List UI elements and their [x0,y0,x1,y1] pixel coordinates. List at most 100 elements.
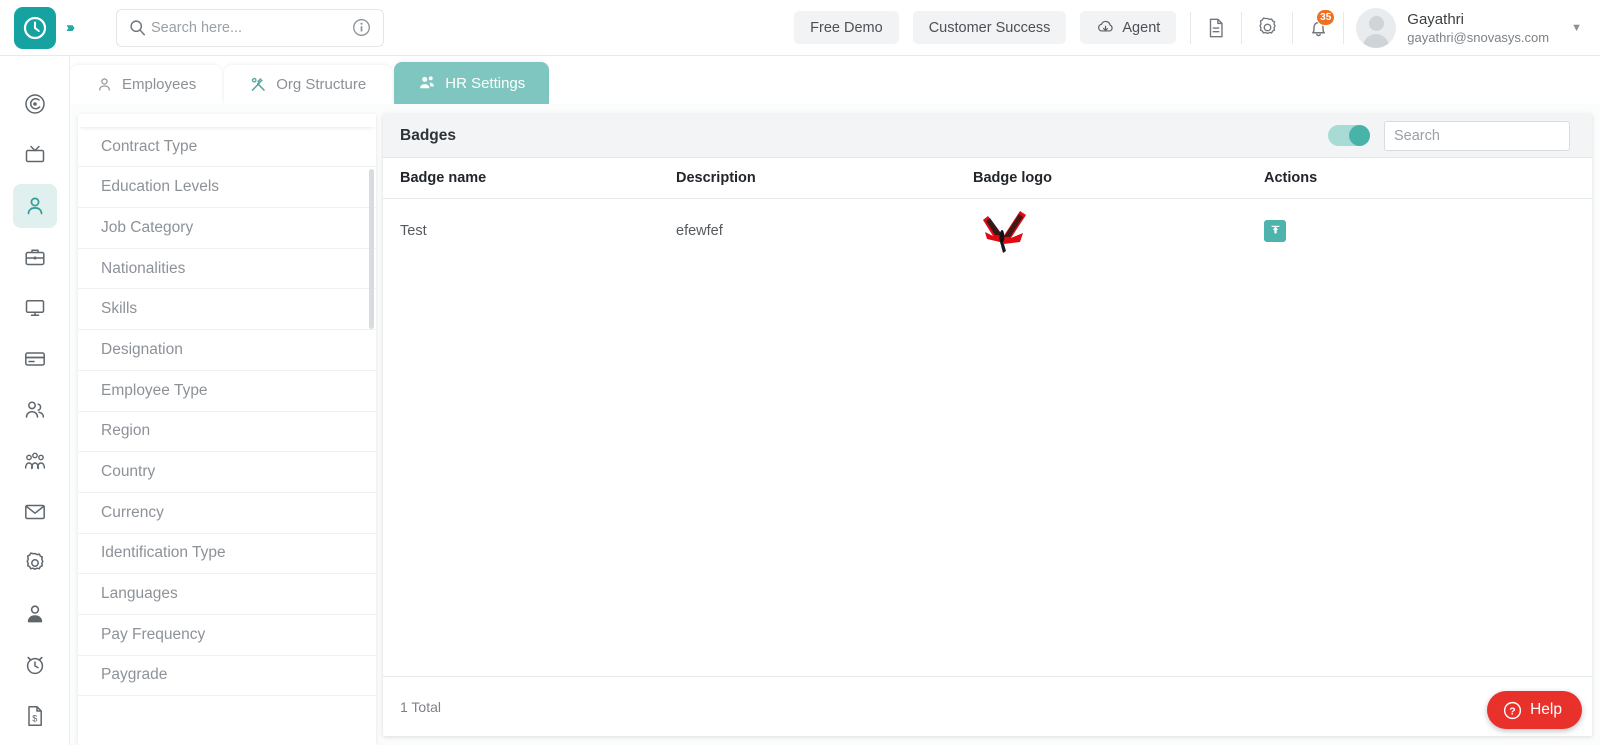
settings-list-item[interactable]: Job Category [78,208,376,249]
tab-employees[interactable]: Employees [70,65,223,104]
tab-hr-settings[interactable]: HR Settings [394,62,550,104]
clock-logo-icon[interactable] [14,6,56,49]
panel-title: Badges [400,126,456,144]
people-gear-icon [420,76,435,89]
cell-badge-name: Test [400,222,427,239]
settings-gear-icon [25,552,44,570]
tab-org-structure-label: Org Structure [276,76,367,93]
notification-count-badge: 35 [1316,8,1336,26]
rail-item-monitor-icon[interactable] [13,286,57,330]
search-input[interactable] [151,19,352,36]
cell-actions [1264,219,1592,242]
tab-employees-label: Employees [122,76,197,93]
settings-list-item[interactable]: Paygrade [78,656,376,697]
svg-text:?: ? [1509,706,1515,717]
badges-panel: Badges Badge name Description Badge logo… [383,114,1592,736]
divider [1343,11,1345,44]
settings-list-scrollbar[interactable] [369,169,374,329]
document-icon[interactable] [1191,0,1241,56]
hr-settings-list: BadgesContract TypeEducation LevelsJob C… [78,114,376,745]
rail-item-tv-icon[interactable] [13,133,57,177]
invoice-icon: $ [27,706,42,726]
settings-list-item[interactable]: Pay Frequency [78,615,376,656]
rail-item-alarm-clock-icon[interactable] [13,643,57,687]
settings-list-item[interactable]: Identification Type [78,534,376,575]
settings-list-item[interactable]: Currency [78,493,376,534]
monitor-icon [25,300,44,317]
red-butterfly-image [973,206,1031,256]
global-search[interactable] [116,8,384,47]
panel-search-input[interactable] [1384,120,1570,151]
target-icon [24,94,45,114]
rail-item-group-people-icon[interactable] [13,439,57,483]
agent-button[interactable]: Agent [1080,11,1177,44]
group-people-icon [24,452,45,470]
user-profile-icon [27,605,42,623]
rail-item-mail-icon[interactable] [13,490,57,534]
settings-list-item[interactable]: Education Levels [78,167,376,209]
help-label: Help [1530,701,1562,718]
rail-item-credit-card-icon[interactable] [13,337,57,381]
alarm-clock-icon [26,656,43,675]
question-circle-icon: ? [1504,701,1522,719]
settings-list-item[interactable]: Languages [78,574,376,615]
settings-list-item[interactable]: Employee Type [78,371,376,412]
two-people-icon [25,401,44,418]
bell-icon[interactable]: 35 [1293,0,1343,56]
left-nav-rail: $ [0,56,70,745]
settings-list-item[interactable]: Country [78,452,376,493]
main-tabs: Employees Org Structure HR Settings [70,56,551,104]
mail-icon [24,504,45,520]
user-name: Gayathri [1407,10,1464,28]
rail-item-person-icon[interactable] [12,184,57,228]
free-demo-button[interactable]: Free Demo [794,11,899,44]
page-body: BadgesContract TypeEducation LevelsJob C… [70,104,1600,745]
cloud-download-icon [1098,20,1114,32]
settings-list-item[interactable]: Region [78,412,376,453]
settings-list-item[interactable]: Nationalities [78,249,376,290]
top-bar: ››› Free Demo Customer Success Agent [0,0,1600,56]
cell-badge-logo [973,206,1264,256]
help-button[interactable]: ? Help [1487,691,1582,729]
rail-item-settings-gear-icon[interactable] [13,541,57,585]
table-row[interactable]: Test efewfef [383,199,1592,262]
rail-item-user-profile-icon[interactable] [13,592,57,636]
credit-card-icon [24,352,45,366]
avatar[interactable] [1356,7,1397,48]
total-count-label: 1 Total [400,698,441,715]
person-icon [27,197,42,215]
settings-list-item[interactable]: Contract Type [78,127,376,168]
settings-list-item[interactable]: Designation [78,330,376,371]
settings-list-item[interactable]: Skills [78,289,376,331]
tab-org-structure[interactable]: Org Structure [224,65,393,104]
user-info[interactable]: Gayathri gayathri@snovasys.com [1407,10,1549,46]
rail-item-briefcase-icon[interactable] [13,235,57,279]
panel-toggle[interactable] [1328,125,1370,146]
panel-footer: 1 Total [383,676,1592,736]
rail-item-target-icon[interactable] [13,82,57,126]
panel-header: Badges [383,114,1592,158]
caret-down-icon[interactable]: ▼ [1571,22,1582,34]
user-email: gayathri@snovasys.com [1407,29,1550,45]
person-outline-icon [99,78,110,91]
column-description: Description [676,170,756,186]
double-chevron-right-icon[interactable]: ››› [66,19,92,36]
agent-label: Agent [1122,19,1161,36]
briefcase-icon [24,249,45,266]
tools-icon [251,77,265,91]
settings-list-item[interactable]: Badges [78,114,376,127]
search-icon [130,20,146,36]
rail-item-two-people-icon[interactable] [13,388,57,432]
gear-icon[interactable] [1242,0,1292,56]
table-header: Badge name Description Badge logo Action… [383,158,1592,199]
rail-item-invoice-icon[interactable]: $ [13,694,57,738]
tab-hr-settings-label: HR Settings [445,74,526,92]
column-badge-name: Badge name [400,170,487,186]
column-badge-logo: Badge logo [973,170,1052,186]
upload-box-icon[interactable] [1264,219,1286,242]
customer-success-button[interactable]: Customer Success [912,11,1067,44]
cell-description: efewfef [676,222,723,239]
svg-text:$: $ [32,713,37,723]
tv-icon [25,145,44,163]
info-circle-icon[interactable] [352,18,371,37]
